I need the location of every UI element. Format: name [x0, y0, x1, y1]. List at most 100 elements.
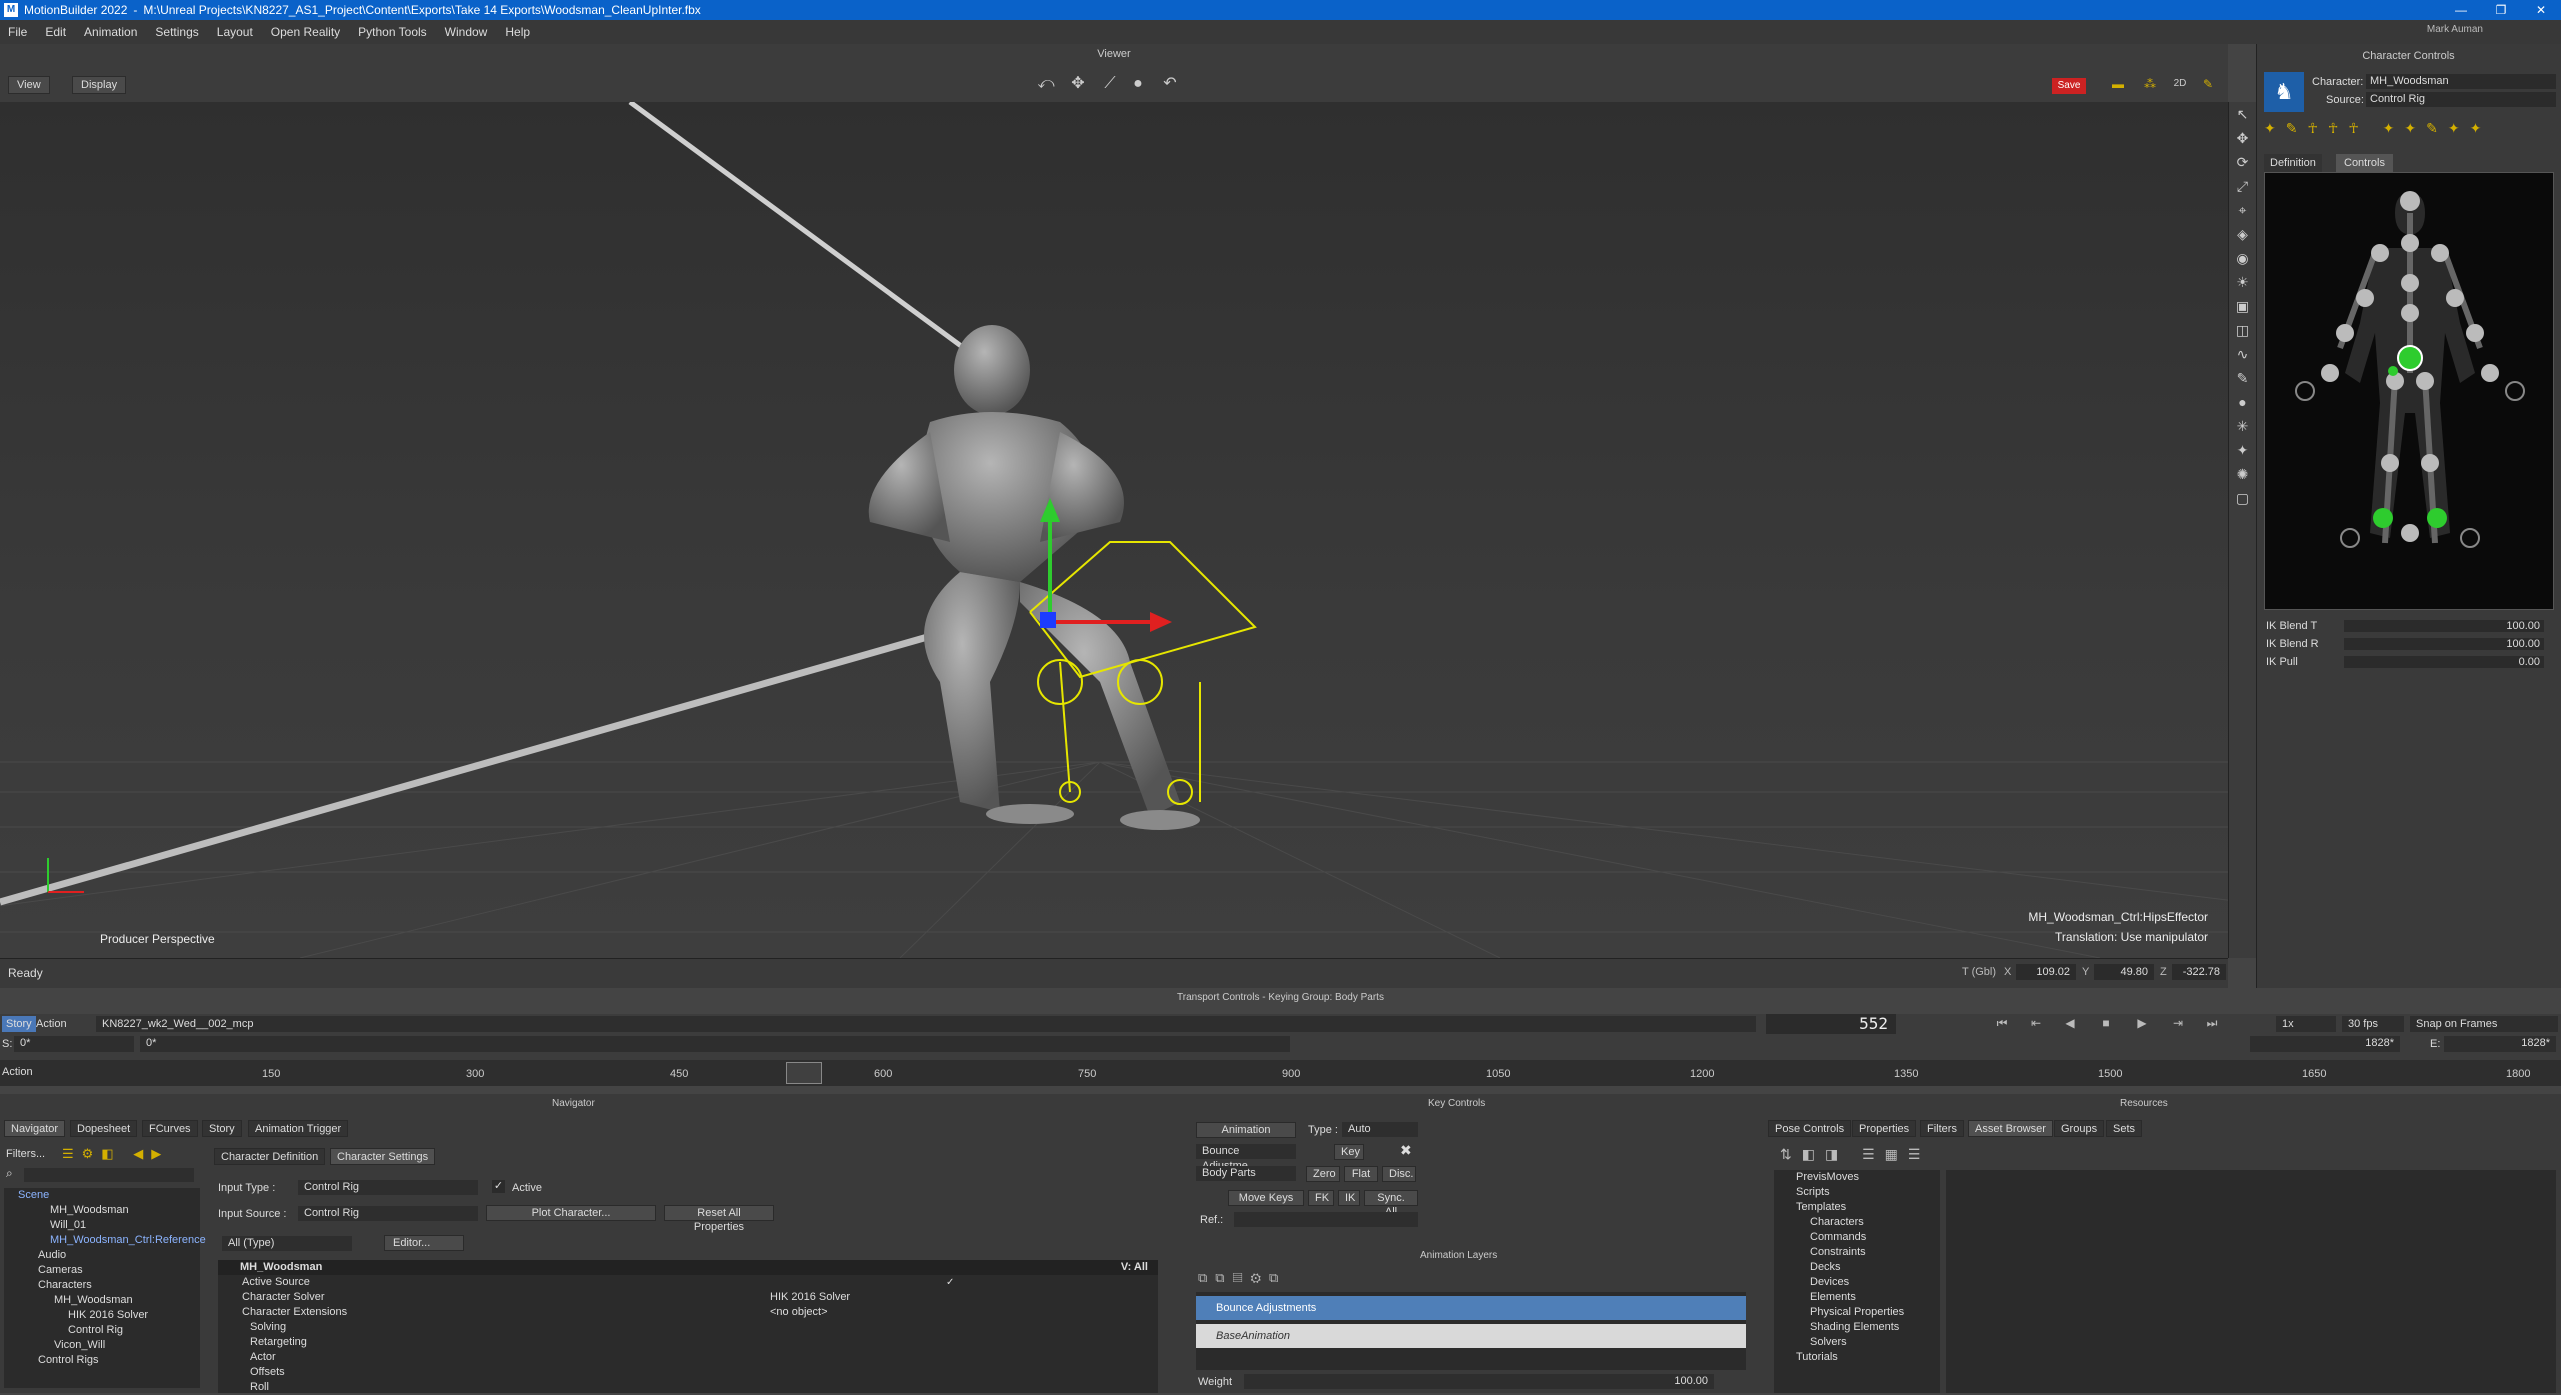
plot-character-button[interactable]: Plot Character... [486, 1205, 656, 1221]
box-icon[interactable]: ◫ [2229, 318, 2256, 342]
menu-window[interactable]: Window [445, 25, 488, 39]
reference-field[interactable] [1234, 1212, 1418, 1227]
tab-animation-trigger[interactable]: Animation Trigger [248, 1120, 349, 1137]
undo-tool-icon[interactable]: ↶ [1160, 74, 1180, 94]
navigator-search-input[interactable] [24, 1168, 194, 1182]
tree-item-character-woodsman[interactable]: MH_Woodsman [4, 1293, 200, 1308]
menu-file[interactable]: File [8, 25, 27, 39]
zoom-start-field[interactable]: 0* [140, 1036, 1290, 1052]
property-row[interactable]: Character Solver HIK 2016 Solver [218, 1290, 1158, 1305]
tree-item-scene[interactable]: Scene [4, 1188, 200, 1203]
3d-viewport[interactable]: Producer Perspective MH_Woodsman_Ctrl:Hi… [0, 102, 2228, 958]
end-frame-field[interactable]: 1828* [2444, 1036, 2556, 1052]
property-table[interactable]: MH_Woodsman V: All Active Source ✓ Charac… [218, 1260, 1158, 1393]
reset-properties-button[interactable]: Reset All Properties [664, 1205, 774, 1233]
menu-help[interactable]: Help [505, 25, 530, 39]
input-type-select[interactable]: Control Rig [298, 1180, 478, 1195]
tab-navigator[interactable]: Navigator [4, 1120, 66, 1137]
timeline-bar[interactable] [0, 1060, 2561, 1086]
asset-tree[interactable]: PrevisMoves Scripts Templates Characters… [1774, 1170, 1940, 1393]
layer-base-animation[interactable]: BaseAnimation [1196, 1324, 1746, 1348]
layer-bounce-adjustments[interactable]: Bounce Adjustments [1196, 1296, 1746, 1320]
filters-button[interactable]: Filters... [6, 1148, 45, 1160]
key-type-select[interactable]: Auto [1342, 1122, 1418, 1137]
timeline-playhead[interactable] [786, 1062, 822, 1084]
editor-button[interactable]: Editor... [384, 1235, 464, 1251]
property-row[interactable]: Actor [218, 1350, 1158, 1365]
manipulator-x-arrow[interactable] [1150, 612, 1172, 632]
current-frame-display[interactable]: 552 [1766, 1014, 1896, 1034]
tab-pose-controls[interactable]: Pose Controls [1768, 1120, 1852, 1137]
character-logo-icon[interactable]: ♞ [2264, 72, 2304, 112]
play-icon[interactable]: ▶ [2130, 1016, 2154, 1030]
menu-edit[interactable]: Edit [45, 25, 66, 39]
ik-blend-t-row[interactable]: IK Blend T 100.00 [2264, 618, 2554, 634]
asset-folder[interactable]: Characters [1774, 1215, 1940, 1230]
view-menu-button[interactable]: View [8, 76, 50, 94]
sphere-icon[interactable]: ● [2229, 390, 2256, 414]
disc-button[interactable]: Disc. [1382, 1166, 1416, 1182]
tree-item-cameras[interactable]: Cameras [4, 1263, 200, 1278]
pin-tool-icon[interactable]: ● [1128, 74, 1148, 94]
rotate-icon[interactable]: ⟳ [2229, 150, 2256, 174]
animation-layers-list[interactable]: Bounce Adjustments BaseAnimation [1196, 1292, 1746, 1370]
property-row[interactable]: Retargeting [218, 1335, 1158, 1350]
transform-icon[interactable]: ⌖ [2229, 198, 2256, 222]
animation-button[interactable]: Animation [1196, 1122, 1296, 1138]
property-row[interactable]: Character Extensions <no object> [218, 1305, 1158, 1320]
x-coordinate-field[interactable]: 109.02 [2016, 964, 2076, 980]
stop-icon[interactable]: ■ [2094, 1016, 2118, 1030]
tree-item-characters[interactable]: Characters [4, 1278, 200, 1293]
layers-toolbar[interactable]: ⧉⧉▤⚙⧉ [1198, 1270, 1286, 1286]
character-select[interactable]: MH_Woodsman [2366, 74, 2556, 89]
tab-story[interactable]: Story [202, 1120, 242, 1137]
woodsman-character[interactable] [868, 325, 1200, 830]
camera-icon[interactable]: ◉ [2229, 246, 2256, 270]
active-source-checkbox[interactable]: ✓ [946, 1275, 954, 1290]
start-frame-field[interactable]: 0* [14, 1036, 134, 1052]
asset-folder[interactable]: Physical Properties [1774, 1305, 1940, 1320]
property-row[interactable]: Offsets [218, 1365, 1158, 1380]
view-2d-icon[interactable]: 2D [2170, 74, 2190, 94]
tab-character-definition[interactable]: Character Definition [214, 1148, 326, 1165]
tree-item-control-rigs[interactable]: Control Rigs [4, 1353, 200, 1368]
close-button[interactable]: ✕ [2521, 0, 2561, 20]
tab-controls[interactable]: Controls [2336, 154, 2393, 172]
ik-blend-t-value[interactable]: 100.00 [2454, 620, 2544, 632]
scale-icon[interactable]: ⤢ [2229, 174, 2256, 198]
story-mode-button[interactable]: Story [2, 1016, 36, 1032]
manipulator-center[interactable] [1040, 612, 1056, 628]
asset-folder[interactable]: PrevisMoves [1774, 1170, 1940, 1185]
tab-dopesheet[interactable]: Dopesheet [70, 1120, 138, 1137]
cube-icon[interactable]: ▣ [2229, 294, 2256, 318]
move-tool-icon[interactable]: ✥ [1068, 74, 1088, 94]
asset-folder[interactable]: Templates [1774, 1200, 1940, 1215]
sync-all-button[interactable]: Sync. All [1364, 1190, 1418, 1218]
go-end-icon[interactable]: ⏭ [2200, 1016, 2224, 1031]
go-start-icon[interactable]: ⏮ [1990, 1016, 2014, 1031]
asset-folder[interactable]: Scripts [1774, 1185, 1940, 1200]
y-coordinate-field[interactable]: 49.80 [2094, 964, 2154, 980]
tab-properties[interactable]: Properties [1852, 1120, 1917, 1137]
flat-button[interactable]: Flat [1344, 1166, 1378, 1182]
asset-folder[interactable]: Devices [1774, 1275, 1940, 1290]
asset-folder[interactable]: Elements [1774, 1290, 1940, 1305]
light-icon[interactable]: ☀ [2229, 270, 2256, 294]
snap-select[interactable]: Snap on Frames [2410, 1016, 2558, 1032]
display-menu-button[interactable]: Display [72, 76, 127, 94]
tab-character-settings[interactable]: Character Settings [330, 1148, 436, 1165]
speed-select[interactable]: 1x [2276, 1016, 2336, 1032]
select-tool-icon[interactable]: ⤺ [1036, 74, 1056, 94]
asset-view[interactable] [1946, 1170, 2556, 1393]
tree-item-hik-solver[interactable]: HIK 2016 Solver [4, 1308, 200, 1323]
active-checkbox[interactable]: ✓ [492, 1180, 505, 1193]
pencil-icon[interactable]: ✎ [2198, 74, 2218, 94]
user-name[interactable]: Mark Auman [2427, 24, 2483, 35]
menu-animation[interactable]: Animation [84, 25, 137, 39]
take-select[interactable]: KN8227_wk2_Wed__002_mcp [96, 1016, 1756, 1032]
tree-item-vicon-will[interactable]: Vicon_Will [4, 1338, 200, 1353]
weight-slider[interactable]: 100.00 [1244, 1374, 1714, 1389]
navigator-toolbar[interactable]: ☰⚙◧ ◀▶ [62, 1146, 169, 1162]
joint-icon[interactable]: ✳ [2229, 414, 2256, 438]
tab-filters[interactable]: Filters [1920, 1120, 1964, 1137]
